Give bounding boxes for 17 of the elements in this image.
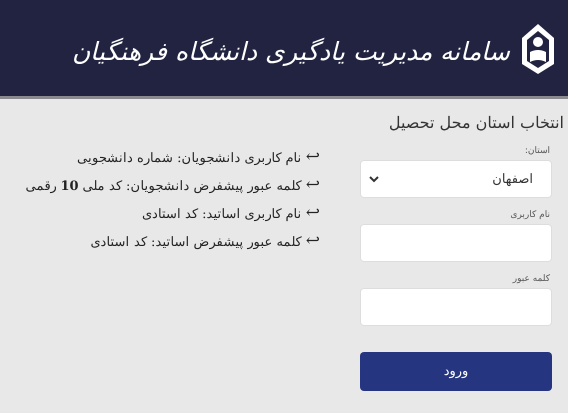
username-field[interactable] (360, 224, 552, 262)
note-text: نام کاربری دانشجویان: شماره دانشجویی (76, 150, 302, 166)
return-arrow-icon: ↩ (306, 205, 320, 222)
note-text: کلمه عبور پیشفرض اساتید: کد استادی (90, 234, 302, 250)
province-select[interactable]: اصفهان (360, 160, 552, 198)
field-label: کلمه عبور (511, 274, 550, 284)
field-label: استان: (524, 146, 550, 156)
site-title: سامانه مدیریت یادگیری دانشگاه فرهنگیان (72, 36, 510, 66)
note-text: نام کاربری اساتید: کد استادی (142, 206, 302, 222)
return-arrow-icon: ↩ (306, 149, 320, 166)
form-title: انتخاب استان محل تحصیل (388, 113, 564, 132)
chevron-down-icon (369, 175, 379, 183)
login-button[interactable]: ورود (360, 352, 552, 391)
return-arrow-icon: ↩ (306, 177, 320, 194)
field-label: نام کاربری (509, 210, 550, 220)
return-arrow-icon: ↩ (306, 233, 320, 250)
password-field[interactable] (360, 288, 552, 326)
